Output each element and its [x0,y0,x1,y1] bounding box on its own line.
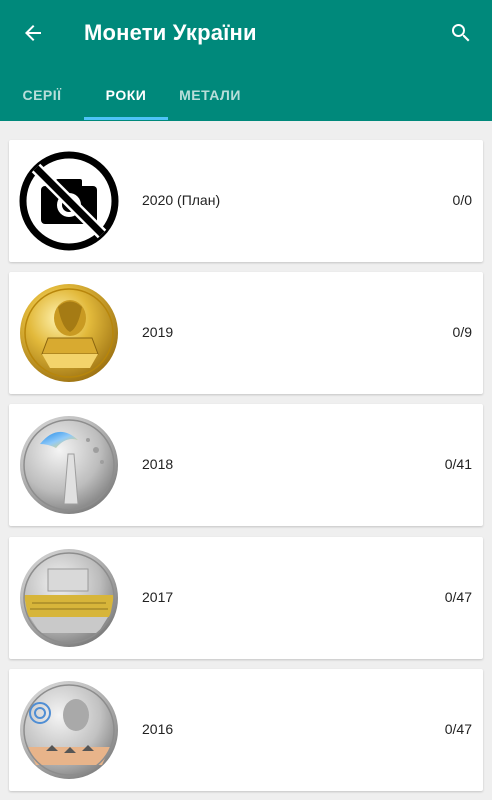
tab-bar: СЕРІЇ РОКИ МЕТАЛИ [0,68,492,121]
page-title: Монети України [84,20,257,45]
coin-count: 0/41 [444,456,472,472]
tab-metals[interactable]: МЕТАЛИ [168,68,252,121]
year-label: 2020 (План) [142,192,221,208]
search-icon [452,24,470,42]
tab-indicator [84,117,168,120]
year-card[interactable]: 2020 (План) 0/0 [9,140,483,262]
year-label: 2017 [142,589,174,605]
coin-count: 0/47 [444,721,472,737]
year-label: 2016 [142,721,174,737]
year-label: 2019 [142,324,174,340]
back-button[interactable] [14,14,52,52]
coin-count: 0/9 [452,324,472,340]
toolbar: Монети України [0,0,492,68]
silver-color-coin-image [20,681,118,779]
year-label: 2018 [142,456,174,472]
year-card[interactable]: 2019 0/9 [9,272,483,394]
no-photo-icon [19,151,119,251]
silver-gold-coin-image [20,549,118,647]
arrow-back-icon [25,25,41,41]
year-card[interactable]: 2016 0/47 [9,669,483,791]
search-button[interactable] [442,14,480,52]
gold-coin-image [20,284,118,382]
year-card[interactable]: 2018 0/41 [9,404,483,526]
app-bar: Монети України СЕРІЇ РОКИ МЕТАЛИ [0,0,492,121]
silver-coin-image [20,416,118,514]
tab-years[interactable]: РОКИ [84,68,168,121]
coin-count: 0/0 [452,192,472,208]
tab-series[interactable]: СЕРІЇ [0,68,84,121]
year-card[interactable]: 2017 0/47 [9,537,483,659]
coin-count: 0/47 [444,589,472,605]
